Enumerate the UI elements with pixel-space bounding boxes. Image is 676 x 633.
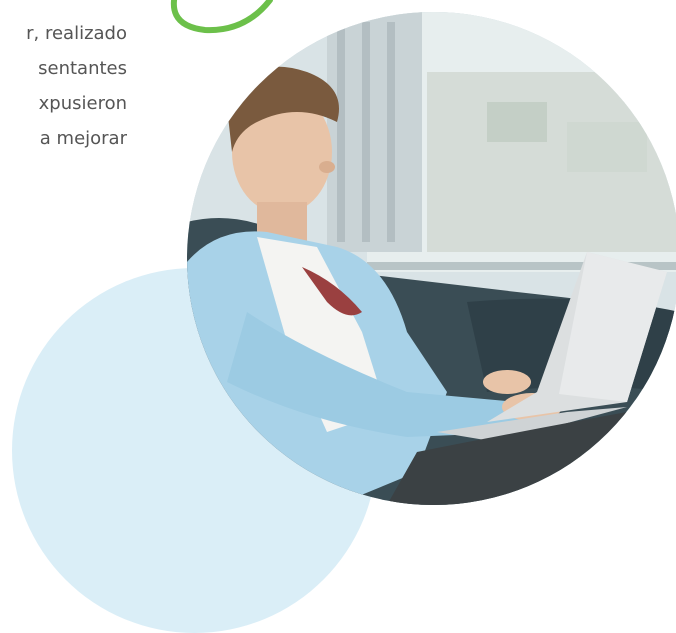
- man-with-laptop-photo: [187, 12, 676, 505]
- paragraph-line-3: xpusieron: [38, 93, 127, 114]
- green-swoosh-icon: [170, 0, 273, 34]
- paragraph-text: r, realizado sentantes xpusieron a mejor…: [0, 16, 127, 156]
- paragraph-line-2: sentantes: [38, 58, 127, 79]
- paragraph-line-4: a mejorar: [39, 128, 127, 149]
- paragraph-line-1: r, realizado: [26, 23, 127, 44]
